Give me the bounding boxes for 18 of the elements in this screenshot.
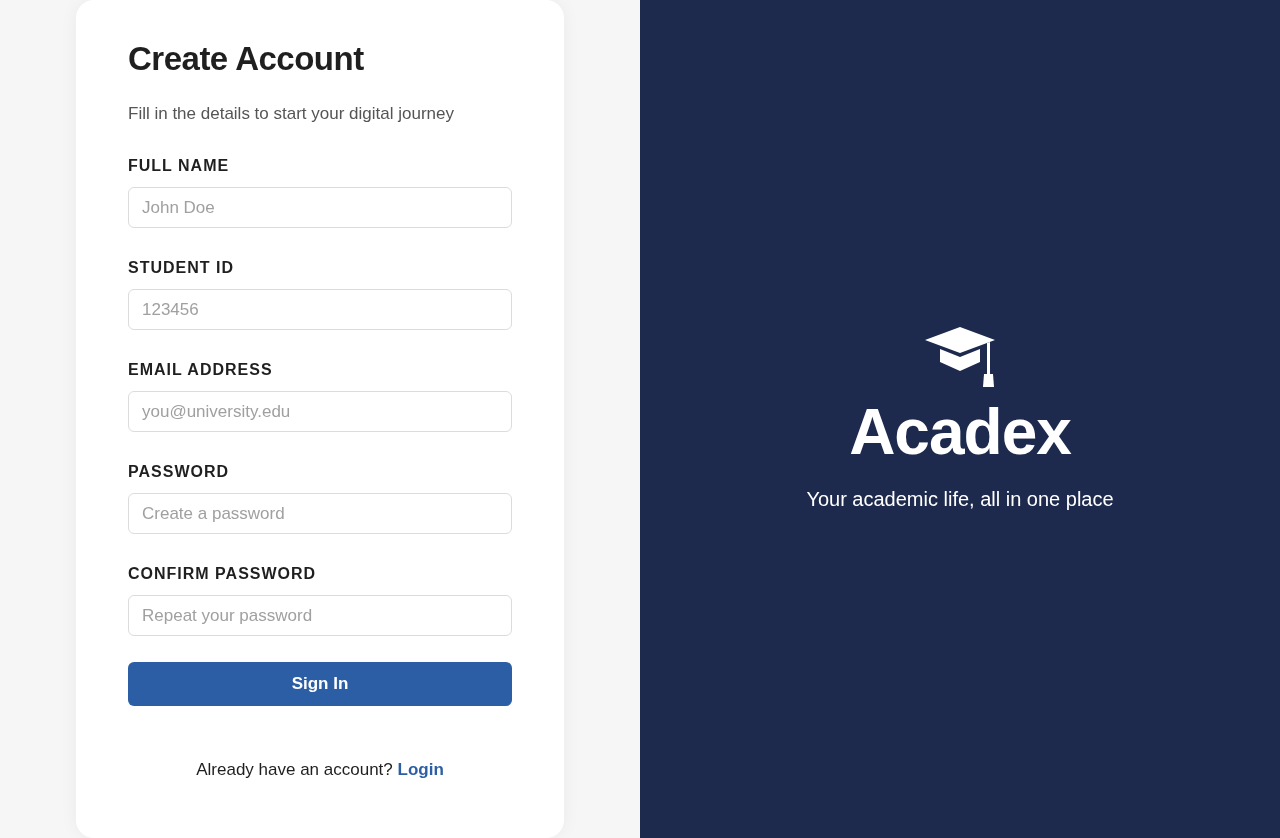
graduation-cap-icon: [924, 327, 996, 390]
input-field[interactable]: you@university.edu: [128, 391, 512, 432]
field-label: EMAIL ADDRESS: [128, 361, 274, 379]
form-title: Create Account: [128, 40, 365, 78]
field-label: CONFIRM PASSWORD: [128, 565, 318, 583]
input-field[interactable]: John Doe: [128, 187, 512, 228]
form-subtitle: Fill in the details to start your digital journey: [128, 104, 455, 124]
field-label: STUDENT ID: [128, 259, 235, 277]
brand-tagline: Your academic life, all in one place: [806, 487, 1114, 511]
brand-name: Acadex: [849, 397, 1071, 468]
login-link[interactable]: Login: [397, 760, 444, 779]
field-label: FULL NAME: [128, 157, 231, 175]
input-field[interactable]: Create a password: [128, 493, 512, 534]
login-prompt: Already have an account? Login: [195, 760, 445, 780]
input-field[interactable]: Repeat your password: [128, 595, 512, 636]
sign-in-button[interactable]: Sign In: [128, 662, 512, 706]
input-field[interactable]: 123456: [128, 289, 512, 330]
field-label: PASSWORD: [128, 463, 231, 481]
